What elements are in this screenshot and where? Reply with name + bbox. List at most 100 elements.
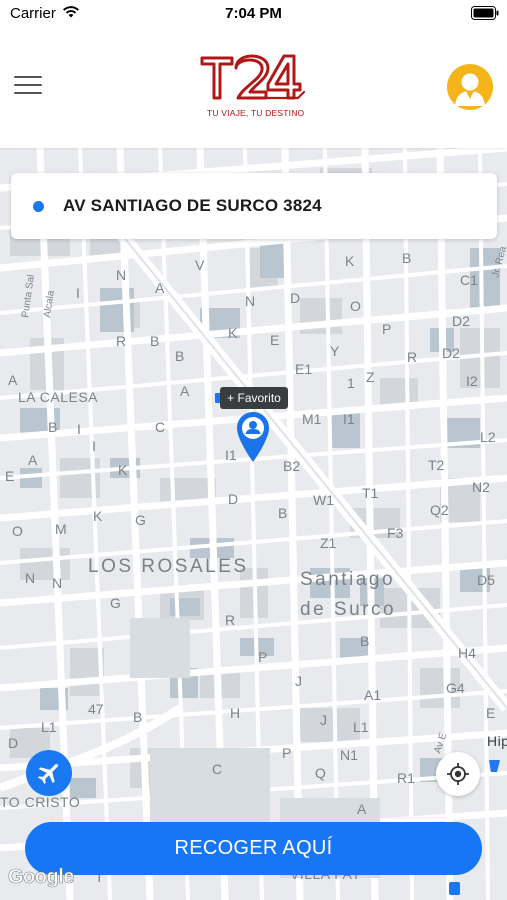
- google-logo: Google: [8, 866, 75, 889]
- svg-text:N: N: [25, 570, 35, 586]
- svg-text:B: B: [133, 709, 142, 725]
- svg-text:K: K: [345, 253, 355, 269]
- hamburger-menu-icon[interactable]: [14, 76, 42, 98]
- svg-text:H: H: [230, 705, 240, 721]
- svg-text:D: D: [290, 290, 300, 306]
- svg-text:P: P: [258, 649, 267, 665]
- svg-text:C1: C1: [460, 272, 478, 288]
- svg-text:47: 47: [88, 701, 104, 717]
- airplane-icon[interactable]: [26, 750, 72, 796]
- t24-logo-icon: [200, 54, 306, 100]
- map-label-district: de Surco: [300, 599, 397, 620]
- svg-text:M1: M1: [302, 411, 322, 427]
- svg-text:Q2: Q2: [430, 502, 449, 518]
- svg-text:B: B: [48, 419, 57, 435]
- map-label-district: TO CRISTO: [0, 794, 81, 810]
- svg-text:1: 1: [347, 375, 355, 391]
- svg-text:R: R: [407, 349, 417, 365]
- status-bar: Carrier 7:04 PM: [0, 0, 507, 30]
- svg-text:A: A: [155, 280, 165, 296]
- svg-text:Y: Y: [330, 343, 340, 359]
- origin-dot-icon: [33, 201, 44, 212]
- location-pin-icon: [235, 410, 271, 469]
- svg-text:G4: G4: [446, 680, 465, 696]
- svg-text:A: A: [28, 452, 38, 468]
- svg-text:R1: R1: [397, 770, 415, 786]
- map-label-district: LA CALESA: [18, 389, 98, 405]
- svg-text:I1: I1: [343, 411, 355, 427]
- svg-text:B: B: [278, 505, 287, 521]
- svg-text:P: P: [382, 321, 391, 337]
- svg-text:Z1: Z1: [320, 535, 337, 551]
- svg-text:K: K: [118, 462, 128, 478]
- svg-text:L2: L2: [480, 429, 496, 445]
- svg-text:L1: L1: [353, 719, 369, 735]
- svg-text:O: O: [350, 298, 361, 314]
- svg-text:B: B: [150, 333, 159, 349]
- map-label-district: Santiago: [300, 569, 396, 590]
- svg-text:R: R: [225, 612, 235, 628]
- battery-icon: [471, 6, 499, 25]
- svg-text:W1: W1: [313, 492, 334, 508]
- svg-text:E: E: [486, 705, 495, 721]
- pickup-address-text: AV SANTIAGO DE SURCO 3824: [63, 196, 322, 215]
- user-avatar-icon[interactable]: [447, 64, 493, 110]
- svg-text:G: G: [110, 595, 121, 611]
- svg-text:J: J: [320, 712, 327, 728]
- svg-text:T1: T1: [362, 485, 379, 501]
- app-header: TU VIAJE, TU DESTINO: [0, 30, 507, 148]
- svg-text:B: B: [360, 633, 369, 649]
- svg-text:C: C: [155, 419, 165, 435]
- map-view[interactable]: NAVTKBC1DOD2PNIRBBKEYRD2E11ZI2AACIBIM1I1…: [0, 148, 507, 900]
- svg-text:N: N: [116, 267, 126, 283]
- pickup-address-field[interactable]: AV SANTIAGO DE SURCO 3824: [11, 173, 497, 239]
- svg-text:R: R: [116, 333, 126, 349]
- svg-text:G: G: [135, 512, 146, 528]
- brand-tagline: TU VIAJE, TU DESTINO: [207, 108, 305, 118]
- svg-text:D2: D2: [442, 345, 460, 361]
- svg-text:A1: A1: [364, 687, 381, 703]
- svg-text:I: I: [77, 421, 81, 437]
- svg-text:A: A: [8, 372, 18, 388]
- svg-text:Q: Q: [315, 765, 326, 781]
- map-label-poi: Hip: [487, 733, 507, 749]
- pickup-here-button[interactable]: RECOGER AQUÍ: [25, 822, 482, 875]
- svg-text:H4: H4: [458, 645, 476, 661]
- svg-text:N2: N2: [472, 479, 490, 495]
- svg-text:D5: D5: [477, 572, 495, 588]
- svg-text:D: D: [8, 735, 18, 751]
- brand-logo: TU VIAJE, TU DESTINO: [196, 50, 306, 122]
- svg-text:M: M: [55, 521, 67, 537]
- svg-text:A: A: [180, 383, 190, 399]
- svg-text:D2: D2: [452, 313, 470, 329]
- svg-text:J: J: [295, 673, 302, 689]
- svg-text:K: K: [228, 325, 238, 341]
- svg-text:V: V: [195, 257, 205, 273]
- svg-text:L1: L1: [41, 719, 57, 735]
- add-favorite-button[interactable]: + Favorito: [220, 387, 288, 409]
- svg-text:F3: F3: [387, 525, 404, 541]
- svg-text:E: E: [270, 332, 279, 348]
- svg-text:I: I: [76, 285, 80, 301]
- svg-text:B: B: [175, 348, 184, 364]
- svg-text:N: N: [245, 293, 255, 309]
- svg-text:C: C: [212, 761, 222, 777]
- svg-text:O: O: [12, 523, 23, 539]
- svg-text:B: B: [402, 250, 411, 266]
- svg-text:I: I: [92, 438, 96, 454]
- svg-text:T2: T2: [428, 457, 445, 473]
- svg-text:Z: Z: [366, 369, 375, 385]
- map-streets: NAVTKBC1DOD2PNIRBBKEYRD2E11ZI2AACIBIM1I1…: [0, 148, 507, 900]
- svg-text:K: K: [93, 508, 103, 524]
- svg-text:I2: I2: [466, 373, 478, 389]
- svg-text:E: E: [5, 468, 14, 484]
- svg-text:E1: E1: [295, 361, 312, 377]
- svg-text:B2: B2: [283, 458, 300, 474]
- map-label-district: LOS ROSALES: [88, 556, 249, 577]
- svg-text:P: P: [282, 745, 291, 761]
- clock: 7:04 PM: [225, 5, 282, 22]
- svg-text:D: D: [228, 491, 238, 507]
- svg-text:N: N: [52, 575, 62, 591]
- my-location-icon[interactable]: [436, 752, 480, 796]
- svg-text:N1: N1: [340, 747, 358, 763]
